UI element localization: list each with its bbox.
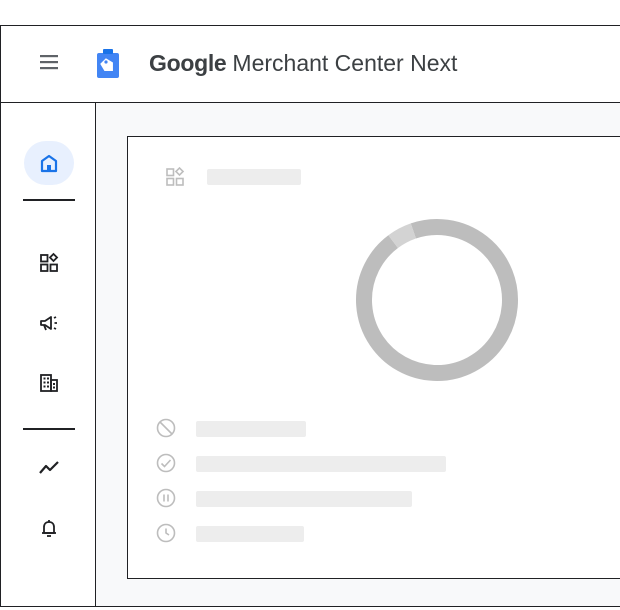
donut-segment-small xyxy=(388,223,417,249)
rail-divider xyxy=(23,428,75,430)
status-label-placeholder xyxy=(196,491,412,507)
rail-item-products[interactable] xyxy=(24,241,74,285)
rail-item-business[interactable] xyxy=(24,361,74,405)
products-icon xyxy=(40,252,59,272)
products-overview-card xyxy=(127,136,620,579)
business-icon xyxy=(40,374,58,392)
approved-icon xyxy=(156,453,176,473)
merchant-center-logo-icon[interactable] xyxy=(96,49,120,79)
status-label-placeholder xyxy=(196,421,306,437)
notifications-icon xyxy=(42,520,56,537)
home-icon xyxy=(40,154,58,173)
card-title-placeholder xyxy=(207,169,301,185)
donut-chart xyxy=(356,219,518,381)
main-content xyxy=(96,103,620,606)
status-label-placeholder xyxy=(196,526,304,542)
app-window: Google Merchant Center Next xyxy=(0,25,620,607)
rail-divider xyxy=(23,199,75,201)
rail-item-performance[interactable] xyxy=(24,446,74,490)
donut-segment-main xyxy=(356,219,518,381)
brand-name: Google xyxy=(149,50,227,76)
top-app-bar: Google Merchant Center Next xyxy=(1,26,620,103)
rail-item-notifications[interactable] xyxy=(24,506,74,550)
products-icon xyxy=(166,166,185,186)
pending-icon xyxy=(156,523,176,543)
disapproved-icon xyxy=(156,418,176,438)
status-label-placeholder xyxy=(196,456,446,472)
rail-item-marketing[interactable] xyxy=(24,301,74,345)
rail-item-home[interactable] xyxy=(24,141,74,185)
app-title[interactable]: Google Merchant Center Next xyxy=(149,50,457,77)
paused-icon xyxy=(156,488,176,508)
marketing-icon xyxy=(40,316,57,331)
performance-icon xyxy=(39,461,59,474)
hamburger-menu-icon[interactable] xyxy=(38,51,60,73)
navigation-rail xyxy=(1,103,96,606)
product-name: Merchant Center Next xyxy=(232,50,458,76)
